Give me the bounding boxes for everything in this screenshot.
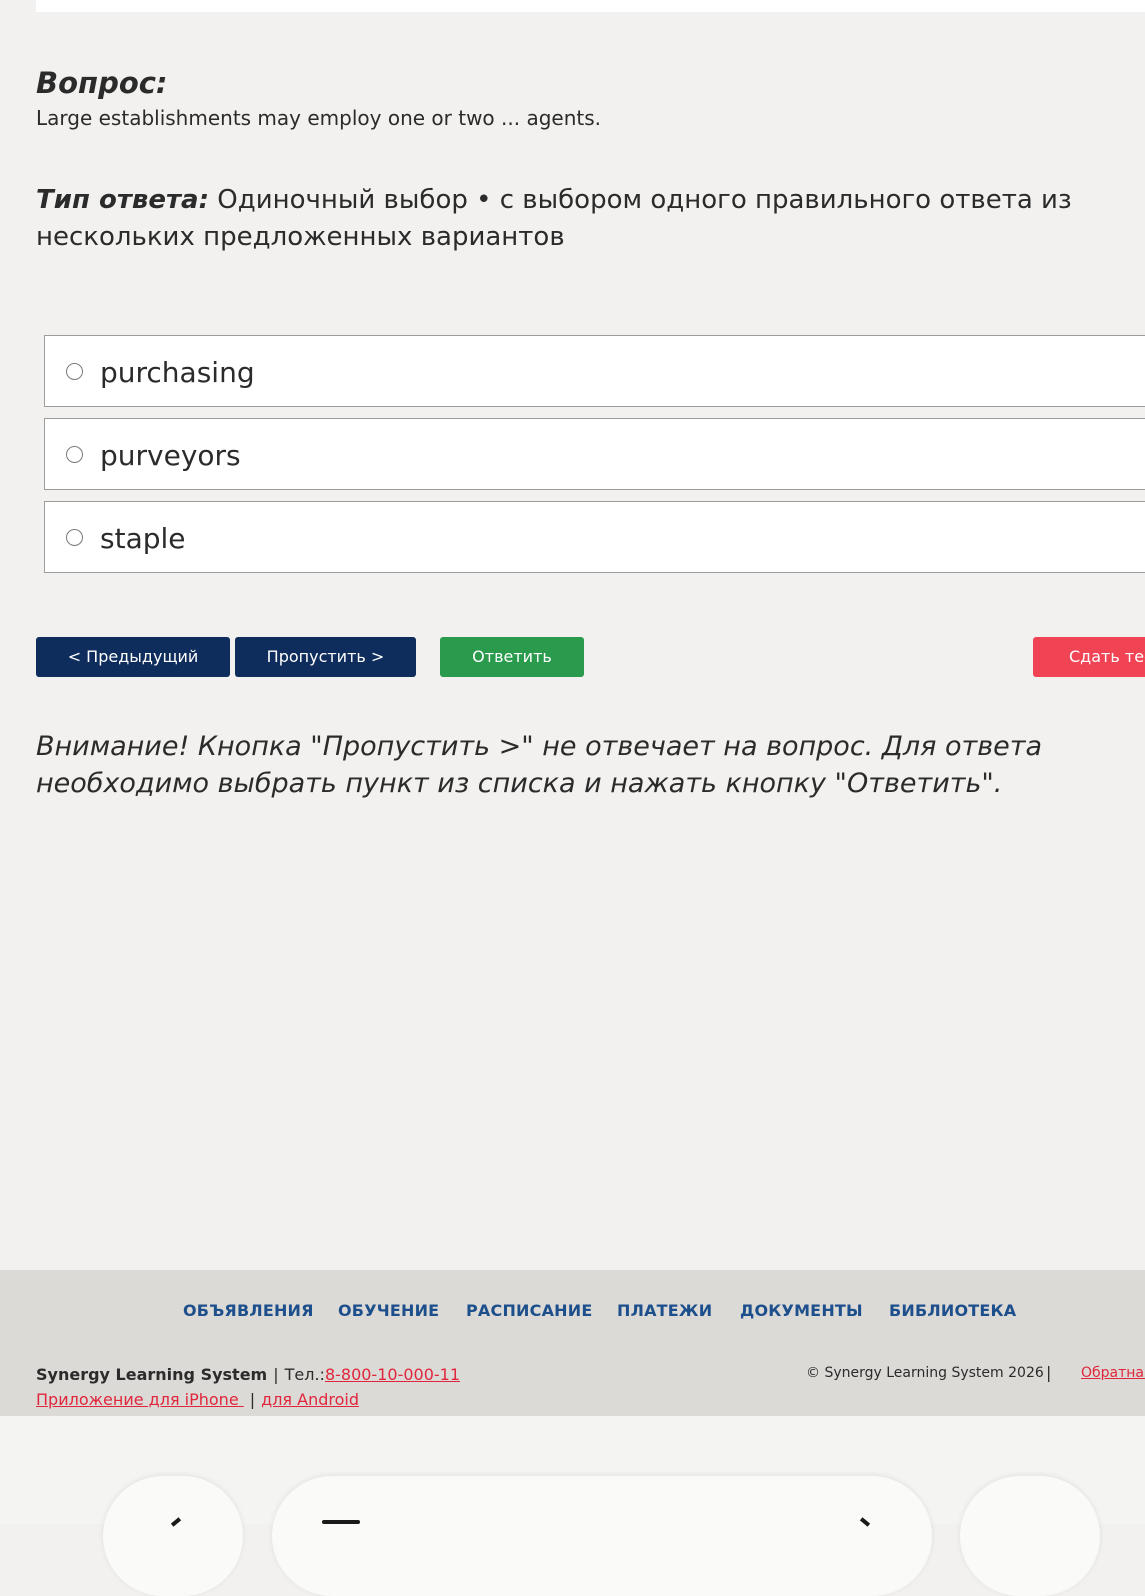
question-text: Large establishments may employ one or t… xyxy=(36,106,601,130)
previous-button[interactable]: < Предыдущий xyxy=(36,637,230,677)
skip-button[interactable]: Пропустить > xyxy=(235,637,416,677)
submit-test-button[interactable]: Сдать тест xyxy=(1033,637,1145,677)
answer-option[interactable]: staple xyxy=(44,501,1145,573)
option-label: purveyors xyxy=(100,439,241,472)
menu-button[interactable] xyxy=(960,1476,1100,1596)
question-label: Вопрос: xyxy=(36,66,168,100)
footer-nav-payments[interactable]: ПЛАТЕЖИ xyxy=(617,1301,712,1320)
footer-contacts: Synergy Learning System | Тел.:8-800-10-00… xyxy=(36,1365,461,1409)
footer-nav-learning[interactable]: ОБУЧЕНИЕ xyxy=(338,1301,439,1320)
answer-type: Тип ответа: Одиночный выбор • с выбором … xyxy=(36,182,1116,256)
footer-brand: Synergy Learning System xyxy=(36,1365,268,1384)
answer-option[interactable]: purchasing xyxy=(44,335,1145,407)
phone-label: Тел.: xyxy=(284,1365,325,1384)
phone-link[interactable]: 8-800-10-000-11 xyxy=(325,1365,460,1384)
top-card-edge xyxy=(36,0,1145,12)
back-arrow-icon xyxy=(170,1517,182,1527)
copyright: © Synergy Learning System 2026 xyxy=(806,1365,1044,1381)
radio-button[interactable] xyxy=(66,446,83,463)
option-label: purchasing xyxy=(100,356,255,389)
address-pill[interactable] xyxy=(272,1476,932,1596)
radio-button[interactable] xyxy=(66,529,83,546)
tabs-icon xyxy=(322,1520,360,1524)
footer-nav-announcements[interactable]: ОБЪЯВЛЕНИЯ xyxy=(183,1301,314,1320)
footer-nav-schedule[interactable]: РАСПИСАНИЕ xyxy=(466,1301,592,1320)
option-label: staple xyxy=(100,522,186,555)
iphone-app-link[interactable]: Приложение для iPhone xyxy=(36,1390,244,1409)
android-app-link[interactable]: для Android xyxy=(261,1390,359,1409)
footer-divider: | xyxy=(1046,1363,1052,1382)
radio-button[interactable] xyxy=(66,363,83,380)
answer-type-label: Тип ответа: xyxy=(36,185,209,215)
footer-nav-library[interactable]: БИБЛИОТЕКА xyxy=(889,1301,1016,1320)
forward-arrow-icon xyxy=(859,1517,871,1527)
skip-warning: Внимание! Кнопка "Пропустить >" не отвеч… xyxy=(36,731,1043,799)
answer-options: purchasing purveyors staple xyxy=(44,335,1145,584)
answer-button[interactable]: Ответить xyxy=(440,637,584,677)
answer-option[interactable]: purveyors xyxy=(44,418,1145,490)
footer-nav-documents[interactable]: ДОКУМЕНТЫ xyxy=(740,1301,863,1320)
footer: ОБЪЯВЛЕНИЯ ОБУЧЕНИЕ РАСПИСАНИЕ ПЛАТЕЖИ Д… xyxy=(0,1270,1145,1416)
back-nav-button[interactable] xyxy=(103,1476,243,1596)
feedback-link[interactable]: Обратная связь xyxy=(1081,1365,1145,1381)
